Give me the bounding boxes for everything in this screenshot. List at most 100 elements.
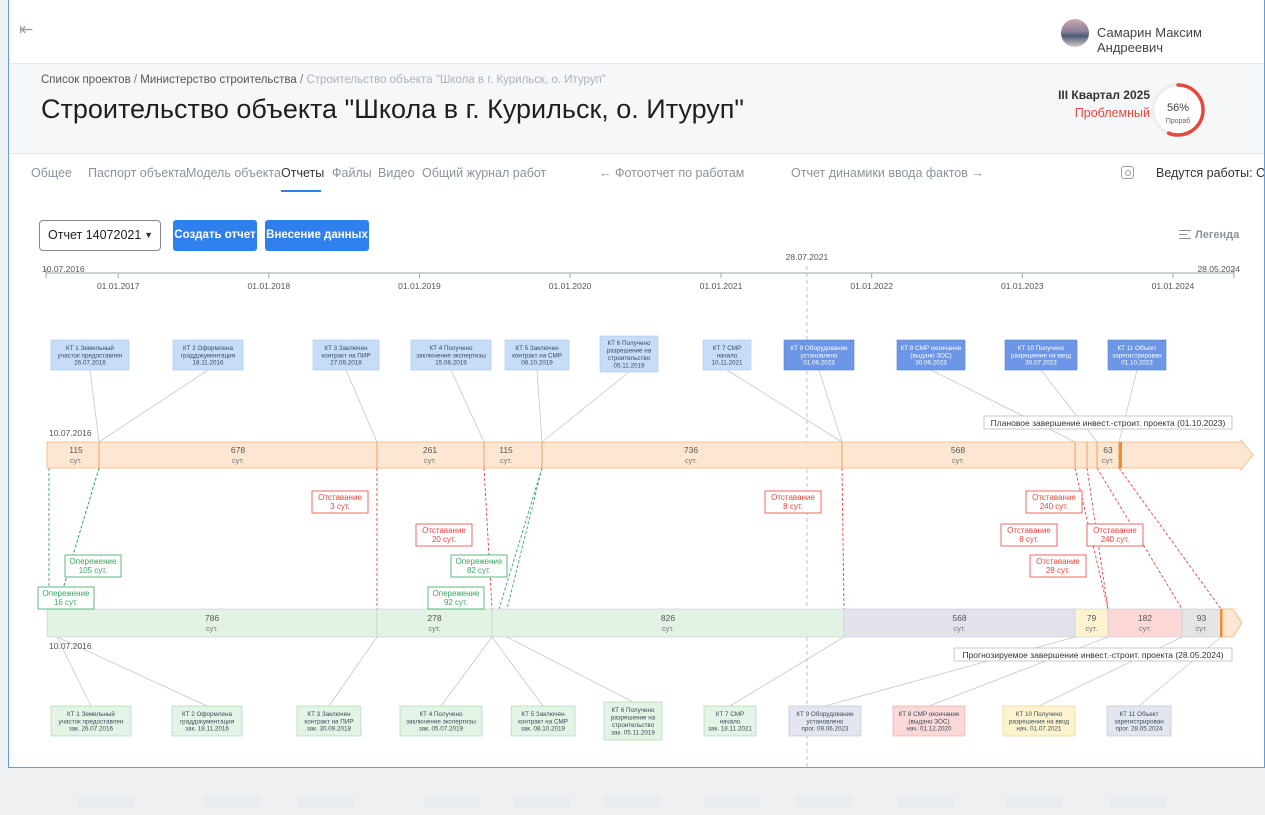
plan-milestone-line: КТ 7 СМР <box>713 345 741 352</box>
plan-milestone-line: КТ 6 Получено <box>608 340 651 347</box>
tab-work-journal[interactable]: Общий журнал работ <box>422 166 546 180</box>
deviation-value: 3 сут. <box>330 502 350 511</box>
camera-icon <box>1121 166 1134 179</box>
app-window: ⇤ Самарин Максим Андреевич Список проект… <box>8 0 1265 768</box>
tab-reports[interactable]: Отчеты <box>281 166 324 180</box>
tab-passport[interactable]: Паспорт объекта <box>88 166 186 180</box>
fact-milestone-line: КТ 3 Заключен <box>307 711 351 718</box>
status-badge: Проблемный <box>1074 106 1150 120</box>
forecast-segment-days: 79 <box>1087 613 1097 623</box>
create-report-button[interactable]: Создать отчет <box>173 220 257 251</box>
fact-milestone-line: зак. 18.11.2021 <box>708 726 752 733</box>
tab-video[interactable]: Видео <box>378 166 415 180</box>
year-tick-label: 01.01.2023 <box>1001 281 1044 291</box>
plan-completion-label: Плановое завершение инвест.-строит. прое… <box>991 418 1226 428</box>
reflection <box>40 776 1240 815</box>
plan-milestone-line: 30.06.2023 <box>915 360 947 367</box>
plan-milestone-line: КТ 8 СМР окончание <box>901 345 962 352</box>
deviation-label: Опережение <box>43 589 91 598</box>
deviation-label: Отставание <box>1093 526 1137 535</box>
legend-label: Легенда <box>1195 229 1240 241</box>
avatar[interactable] <box>1061 19 1089 47</box>
plan-milestone-line: 26.07.2016 <box>74 360 106 367</box>
fact-milestone-line: КТ 4 Получено <box>420 711 463 718</box>
deviation-label: Опережение <box>433 589 481 598</box>
fact-milestone-line: строительство <box>612 722 655 729</box>
plan-milestone-line: разрешение на <box>607 348 652 355</box>
year-tick-label: 01.01.2017 <box>97 281 140 291</box>
plan-connector <box>1040 369 1098 443</box>
fact-milestone-line: зарегистрирован <box>1114 718 1164 725</box>
forecast-segment-days: 182 <box>1138 613 1152 623</box>
report-select[interactable]: Отчет 14072021 ▼ <box>39 220 161 251</box>
tab-general[interactable]: Общее <box>31 166 72 180</box>
breadcrumb-projects[interactable]: Список проектов <box>41 74 131 86</box>
plan-milestone-line: 27.09.2018 <box>330 360 362 367</box>
timeline-start-label: 10.07.2016 <box>42 264 85 274</box>
collapse-sidebar-icon[interactable]: ⇤ <box>19 20 33 40</box>
plan-bar <box>46 438 1254 472</box>
plan-milestone-line: зарегистрирован <box>1112 352 1162 359</box>
plan-milestone-line: КТ 9 Оборудование <box>790 344 848 352</box>
deviation-value: 240 сут. <box>1101 535 1130 544</box>
plan-connector <box>818 369 843 443</box>
plan-milestone-line: КТ 3 Заключен <box>324 345 368 352</box>
timeline-chart: 10.07.2016 28.05.2024 01.01.2017 01.01.2018… <box>37 252 1254 767</box>
year-tick-label: 01.01.2018 <box>248 281 291 291</box>
dynamics-report-link[interactable]: Отчет динамики ввода фактов → <box>791 166 984 180</box>
fact-milestone-line: КТ 1 Земельный <box>67 710 115 718</box>
fact-connector <box>440 636 493 707</box>
progress-ring: 56% Прораб <box>1151 83 1205 137</box>
page-title: Строительство объекта "Школа в г. Куриль… <box>41 94 744 124</box>
deviation-value: 82 сут. <box>467 566 491 575</box>
plan-connector <box>726 369 843 443</box>
fact-connector <box>328 636 378 707</box>
forecast-segment-unit: сут. <box>953 624 965 633</box>
plan-segment-days: 678 <box>231 445 245 455</box>
fact-milestone-line: контракт на СМР <box>518 718 568 725</box>
data-entry-button[interactable]: Внесение данных <box>265 220 369 251</box>
tab-model[interactable]: Модель объекта <box>186 166 281 180</box>
quarter-label: III Квартал 2025 <box>1058 88 1150 102</box>
deviation-value: 8 сут. <box>783 502 803 511</box>
fact-milestone-line: КТ 11 Объект <box>1120 710 1159 718</box>
plan-milestone-line: граддокументация <box>181 352 235 359</box>
fact-milestone-line: зак. 05.07.2019 <box>419 726 464 733</box>
plan-segment-days: 115 <box>69 445 83 455</box>
plan-connector <box>536 369 543 443</box>
progress-percent: 56% <box>1167 102 1189 114</box>
plan-milestone-line: КТ 1 Земельный <box>66 344 114 352</box>
deviation-label: Отставание <box>318 493 362 502</box>
year-tick-label: 01.01.2021 <box>700 281 743 291</box>
plan-milestone-line: контракт на ПИР <box>321 352 370 359</box>
fact-milestone-line: зак. 05.11.2019 <box>611 729 655 736</box>
plan-milestone-line: КТ 2 Оформлена <box>183 345 234 352</box>
plan-milestone-line: строительство <box>608 355 651 362</box>
deviation-value: 16 сут. <box>54 598 78 607</box>
plan-segment-unit: сут. <box>70 456 82 465</box>
photo-report-link[interactable]: ← Фотоотчет по работам <box>599 166 744 180</box>
user-name[interactable]: Самарин Максим Андреевич <box>1097 25 1264 55</box>
deviation-label: Отставание <box>1032 493 1076 502</box>
plan-segment-unit: сут. <box>424 456 436 465</box>
breadcrumb-ministry[interactable]: Министерство строительства <box>140 74 297 86</box>
forecast-segment-days: 93 <box>1197 613 1207 623</box>
forecast-start-label: 10.07.2016 <box>49 641 92 651</box>
forecast-end-marker <box>1220 609 1223 637</box>
forecast-segment-unit: сут. <box>662 624 674 633</box>
breadcrumb-current: Строительство объекта "Школа в г. Куриль… <box>306 74 606 86</box>
plan-milestone-line: 01.10.2023 <box>1121 360 1153 367</box>
fact-milestone-line: КТ 7 СМР <box>716 711 744 718</box>
plan-milestone-line: 15.06.2019 <box>435 360 467 367</box>
plan-milestone-line: КТ 5 Заключен <box>515 345 559 352</box>
plan-milestone-line: КТ 10 Получено <box>1018 345 1065 352</box>
legend-icon <box>1179 230 1191 239</box>
plan-connector <box>450 369 485 443</box>
tab-files[interactable]: Файлы <box>332 166 372 180</box>
plan-milestone-line: участок предоставлен <box>58 352 123 359</box>
deviation-value: 92 сут. <box>444 598 468 607</box>
plan-connector <box>345 369 378 443</box>
legend-button[interactable]: Легенда <box>1179 229 1239 241</box>
plan-milestone-line: разрешение на ввод <box>1011 352 1071 359</box>
fact-milestone-line: установлено <box>807 718 844 725</box>
